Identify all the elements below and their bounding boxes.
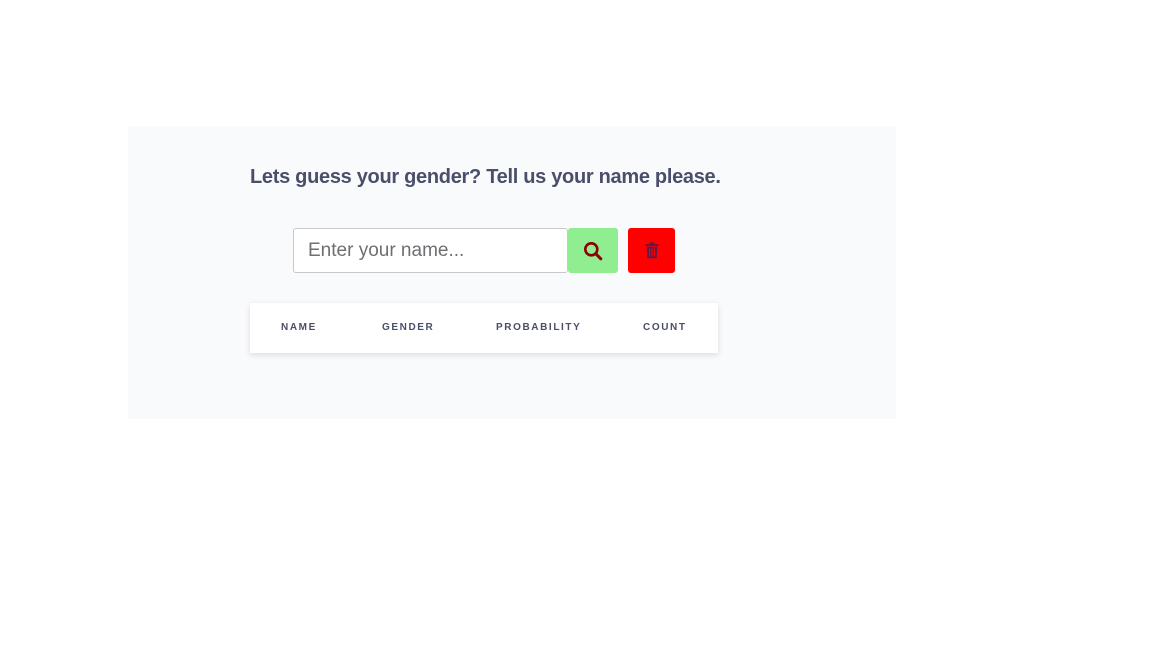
page-title: Lets guess your gender? Tell us your nam… bbox=[250, 166, 721, 188]
column-header-name: NAME bbox=[281, 322, 317, 333]
column-header-count: COUNT bbox=[643, 322, 687, 333]
results-table: NAME GENDER PROBABILITY COUNT bbox=[250, 303, 718, 353]
search-icon bbox=[584, 241, 603, 260]
clear-button[interactable] bbox=[628, 228, 675, 273]
main-panel: Lets guess your gender? Tell us your nam… bbox=[128, 126, 896, 419]
column-header-probability: PROBABILITY bbox=[496, 322, 582, 333]
name-input[interactable] bbox=[293, 228, 568, 273]
search-button[interactable] bbox=[568, 228, 618, 273]
column-header-gender: GENDER bbox=[382, 322, 435, 333]
trash-icon bbox=[645, 242, 658, 259]
